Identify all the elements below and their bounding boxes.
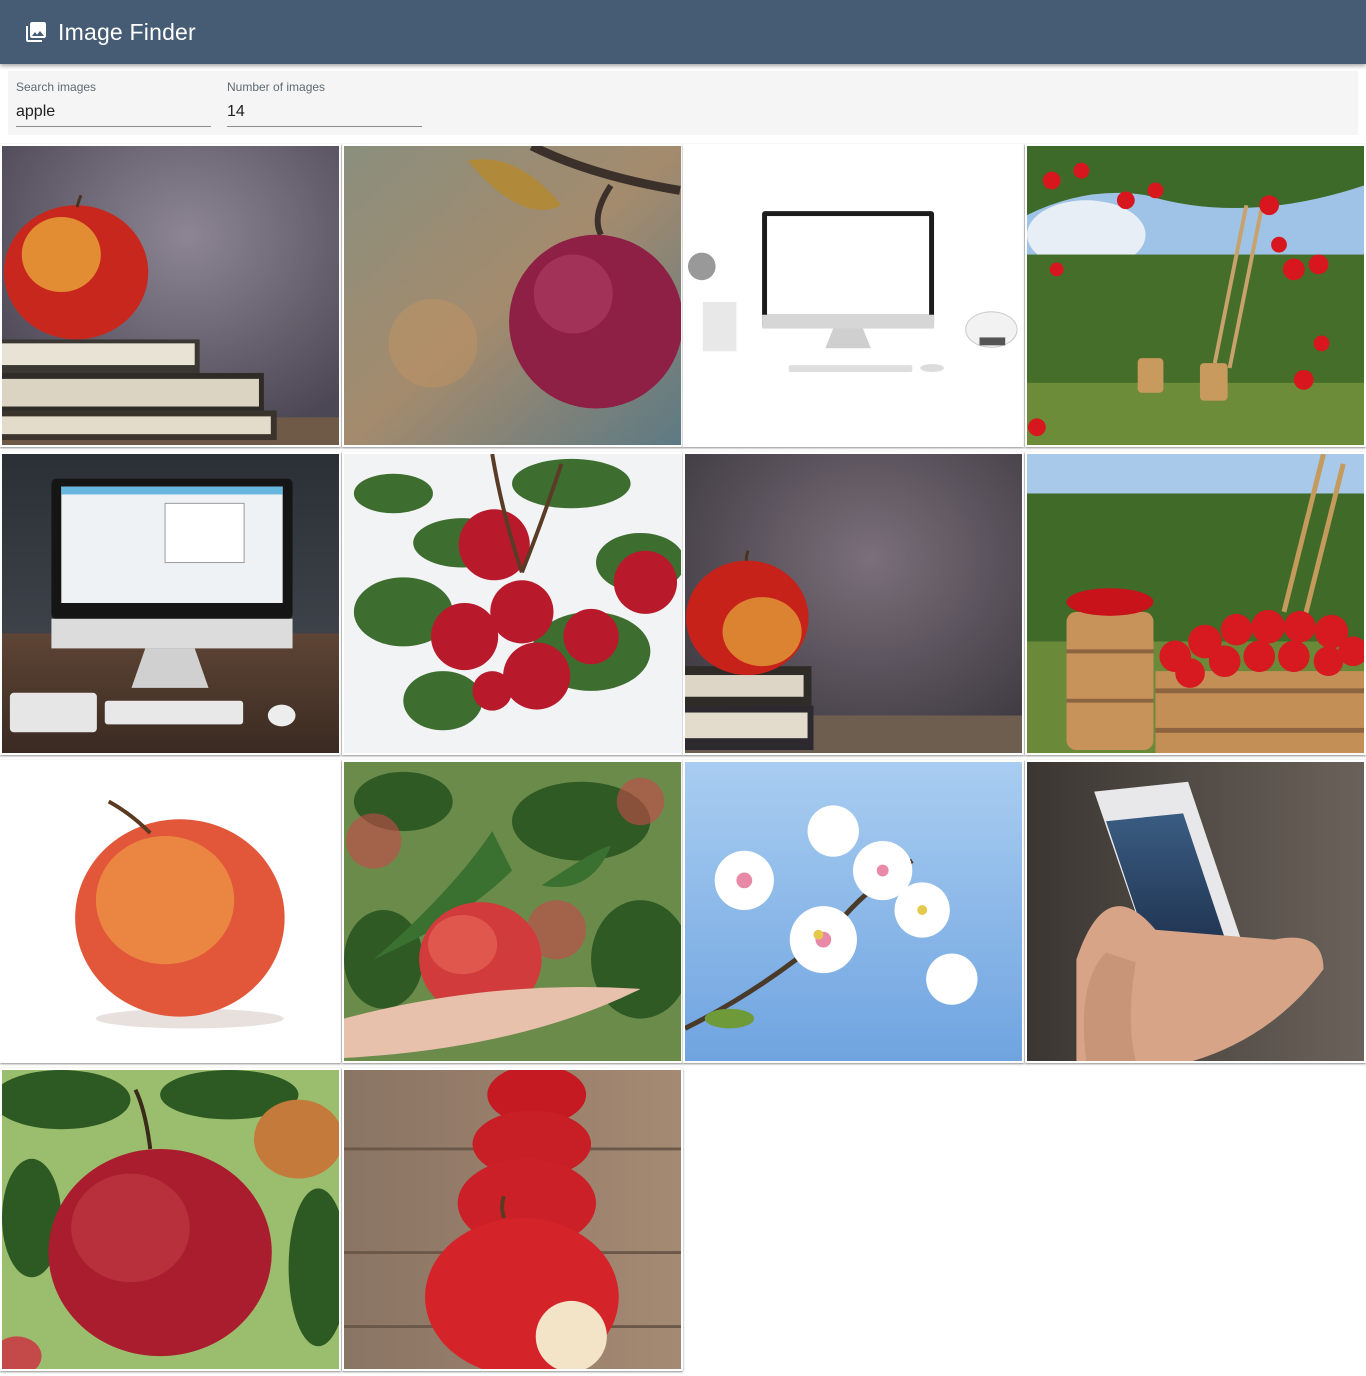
image-tile-iphone-in-hand[interactable] bbox=[1024, 760, 1366, 1063]
image-tile-apple-blossoms[interactable] bbox=[683, 760, 1025, 1063]
image-tile-apple-cluster-on-tree[interactable] bbox=[341, 452, 683, 755]
app-title: Image Finder bbox=[58, 18, 196, 45]
image-tile-apple-white-background[interactable] bbox=[0, 760, 341, 1063]
image-tile-apple-orchard-ladder[interactable] bbox=[1024, 144, 1366, 447]
image-tile-red-apple-on-branch[interactable] bbox=[341, 144, 683, 447]
count-label: Number of images bbox=[227, 80, 326, 94]
image-grid bbox=[0, 144, 1366, 1376]
search-panel: Search images Number of images bbox=[8, 71, 1358, 135]
image-tile-apple-on-books-2[interactable] bbox=[683, 452, 1025, 755]
app-bar: Image Finder bbox=[0, 0, 1366, 64]
image-tile-imac-desk-dark[interactable] bbox=[0, 452, 341, 755]
image-tile-apple-baskets-orchard[interactable] bbox=[1024, 452, 1366, 755]
search-field: Search images bbox=[16, 71, 211, 127]
image-tile-apple-in-hand[interactable] bbox=[341, 760, 683, 1063]
photo-library-icon bbox=[26, 22, 46, 42]
image-tile-apple-among-leaves[interactable] bbox=[0, 1068, 341, 1371]
count-input[interactable] bbox=[227, 96, 422, 127]
search-label: Search images bbox=[16, 80, 97, 94]
count-field: Number of images bbox=[227, 71, 422, 127]
image-tile-apple-on-books[interactable] bbox=[0, 144, 341, 447]
image-tile-bitten-apple-row[interactable] bbox=[341, 1068, 683, 1371]
image-tile-imac-desk-white[interactable] bbox=[683, 144, 1025, 447]
search-input[interactable] bbox=[16, 96, 211, 127]
